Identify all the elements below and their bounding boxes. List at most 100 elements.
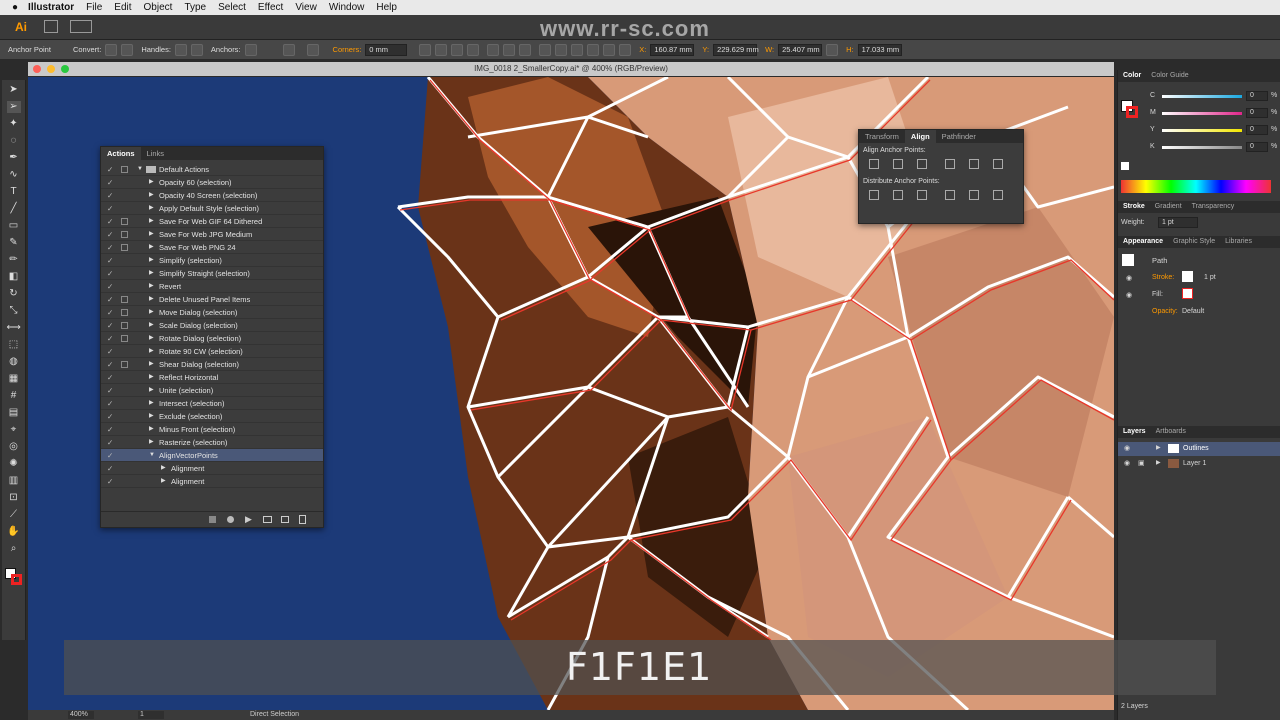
align-left-icon[interactable] [435,43,448,56]
hand-tool-icon[interactable]: ✋ [7,526,21,538]
gradient-tool-icon[interactable]: ▤ [7,407,21,419]
toggle-item-check-icon[interactable]: ✓ [107,306,113,319]
distribute-top-icon[interactable] [539,43,552,56]
disclosure-triangle-icon[interactable]: ▶ [149,436,154,449]
menu-effect[interactable]: Effect [258,2,283,13]
minimize-window-button[interactable] [47,65,55,73]
layer-row-layer-1[interactable]: ◉ ▣ ▶ Layer 1 [1118,457,1280,471]
menu-view[interactable]: View [295,2,317,13]
distribute-vcenter-icon[interactable] [555,43,568,56]
color-channel-value[interactable]: 0 [1246,91,1268,101]
toggle-item-check-icon[interactable]: ✓ [107,215,113,228]
tab-transparency[interactable]: Transparency [1187,201,1240,213]
perspective-grid-tool-icon[interactable]: ▦ [7,373,21,385]
stroke-row-label[interactable]: Stroke: [1152,274,1174,281]
action-row[interactable]: ✓ ▶ Simplify (selection) [101,254,323,267]
width-tool-icon[interactable]: ⟷ [7,322,21,334]
show-handles-icon[interactable] [174,43,187,56]
layer-expand-icon[interactable]: ▶ [1156,459,1161,466]
scale-tool-icon[interactable]: ⤡ [7,305,21,317]
distribute-anchor-bottom-icon[interactable] [917,190,927,200]
disclosure-triangle-icon[interactable]: ▶ [149,306,154,319]
disclosure-triangle-icon[interactable]: ▶ [149,293,154,306]
tab-artboards[interactable]: Artboards [1151,426,1191,438]
disclosure-triangle-icon[interactable]: ▶ [149,189,154,202]
action-row[interactable]: ✓ ▶ Revert [101,280,323,293]
eye-icon[interactable]: ◉ [1126,274,1132,282]
action-row[interactable]: ✓ ▶ Alignment [101,475,323,488]
color-channel-value[interactable]: 0 [1246,142,1268,152]
disclosure-triangle-icon[interactable]: ▶ [149,410,154,423]
corners-label[interactable]: Corners: [333,45,362,54]
record-icon[interactable] [227,516,234,523]
action-row[interactable]: ✓ ▶ Minus Front (selection) [101,423,323,436]
toggle-item-check-icon[interactable]: ✓ [107,358,113,371]
menu-edit[interactable]: Edit [114,2,131,13]
dialog-toggle-icon[interactable] [121,361,128,368]
blend-tool-icon[interactable]: ◎ [7,441,21,453]
toggle-item-check-icon[interactable]: ✓ [107,397,113,410]
align-anchor-vcenter-icon[interactable] [969,159,979,169]
menu-type[interactable]: Type [184,2,206,13]
toggle-item-check-icon[interactable]: ✓ [107,462,113,475]
align-vcenter-icon[interactable] [503,43,516,56]
slice-tool-icon[interactable]: ⟋ [7,509,21,521]
dialog-toggle-icon[interactable] [121,166,128,173]
current-tool-status[interactable]: Direct Selection [250,710,299,720]
distribute-anchor-hcenter-icon[interactable] [969,190,979,200]
x-input[interactable]: 160.87 mm [650,43,695,56]
color-channel-value[interactable]: 0 [1246,125,1268,135]
color-stroke-swatch[interactable] [1126,106,1138,118]
disclosure-triangle-icon[interactable]: ▶ [149,176,154,189]
delete-icon[interactable] [299,515,306,524]
align-hcenter-icon[interactable] [451,43,464,56]
weight-input[interactable]: 1 pt [1158,217,1198,228]
convert-smooth-icon[interactable] [121,43,134,56]
disclosure-triangle-icon[interactable]: ▶ [149,254,154,267]
color-channel-slider[interactable] [1162,146,1242,149]
y-input[interactable]: 229.629 mm [713,43,759,56]
disclosure-triangle-icon[interactable]: ▶ [149,371,154,384]
toggle-item-check-icon[interactable]: ✓ [107,410,113,423]
toggle-item-check-icon[interactable]: ✓ [107,384,113,397]
tab-libraries[interactable]: Libraries [1220,236,1257,248]
tab-transform[interactable]: Transform [859,130,905,143]
toggle-item-check-icon[interactable]: ✓ [107,241,113,254]
new-action-icon[interactable] [281,516,289,523]
column-graph-tool-icon[interactable]: ▥ [7,475,21,487]
tab-align[interactable]: Align [904,130,936,143]
menu-app-name[interactable]: Illustrator [28,2,74,13]
action-row[interactable]: ✓ ▶ Unite (selection) [101,384,323,397]
color-spectrum[interactable] [1121,180,1271,193]
hide-handles-icon[interactable] [190,43,203,56]
action-row[interactable]: ✓ ▶ Scale Dialog (selection) [101,319,323,332]
connect-anchor-icon[interactable] [282,43,295,56]
align-top-icon[interactable] [487,43,500,56]
cut-path-icon[interactable] [306,43,319,56]
toggle-item-check-icon[interactable]: ✓ [107,332,113,345]
toggle-item-check-icon[interactable]: ✓ [107,280,113,293]
tab-graphic-style[interactable]: Graphic Style [1168,236,1220,248]
action-row[interactable]: ✓ ▶ Shear Dialog (selection) [101,358,323,371]
disclosure-triangle-icon[interactable]: ▶ [149,202,154,215]
toggle-item-check-icon[interactable]: ✓ [107,267,113,280]
disclosure-triangle-icon[interactable]: ▶ [149,280,154,293]
toggle-item-check-icon[interactable]: ✓ [107,436,113,449]
fill-row-label[interactable]: Fill: [1152,291,1163,298]
line-tool-icon[interactable]: ╱ [7,203,21,215]
toggle-item-check-icon[interactable]: ✓ [107,475,113,488]
artboard-tool-icon[interactable]: ⊡ [7,492,21,504]
eye-icon[interactable]: ◉ [1126,291,1132,299]
color-channel-slider[interactable] [1162,129,1242,132]
rectangle-tool-icon[interactable]: ▭ [7,220,21,232]
free-transform-tool-icon[interactable]: ⬚ [7,339,21,351]
apple-menu-icon[interactable]: ● [12,2,18,13]
toggle-item-check-icon[interactable]: ✓ [107,176,113,189]
disclosure-triangle-icon[interactable]: ▶ [161,462,166,475]
layer-name[interactable]: Layer 1 [1183,460,1206,467]
distribute-anchor-top-icon[interactable] [869,190,879,200]
align-anchor-right-icon[interactable] [917,159,927,169]
toggle-item-check-icon[interactable]: ✓ [107,293,113,306]
isolate-icon[interactable] [419,43,432,56]
zoom-tool-icon[interactable]: ⌕ [7,543,21,555]
